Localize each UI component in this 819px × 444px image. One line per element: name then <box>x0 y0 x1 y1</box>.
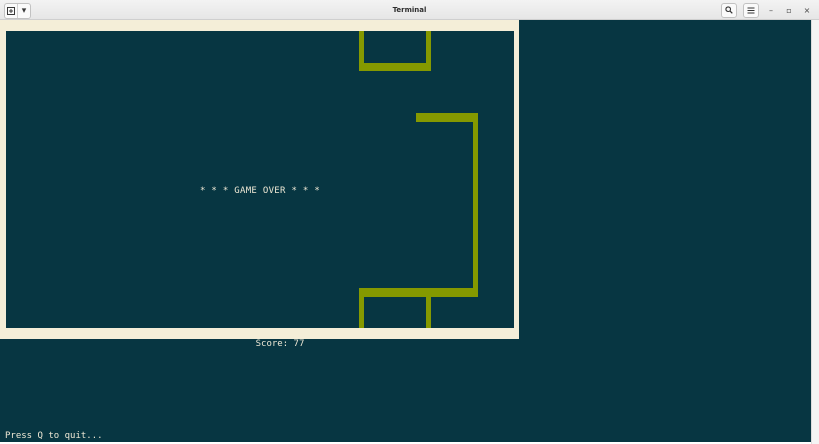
snake-segment <box>359 288 478 297</box>
title-bar: ▾ Terminal – ▫ × <box>0 0 819 20</box>
game-frame: * * * GAME OVER * * * <box>0 20 519 339</box>
menu-icon <box>747 7 755 13</box>
terminal-content[interactable]: * * * GAME OVER * * * Score: 77 Press Q … <box>0 20 811 442</box>
window-title: Terminal <box>392 6 427 14</box>
game-area: * * * GAME OVER * * * <box>6 31 514 328</box>
snake-segment <box>359 63 431 71</box>
snake-segment <box>426 288 431 328</box>
game-over-message: * * * GAME OVER * * * <box>199 186 321 196</box>
snake-segment <box>473 113 478 297</box>
search-icon <box>725 6 733 14</box>
terminal-window: ▾ Terminal – ▫ × * * * GAME OVER * * * S… <box>0 0 819 444</box>
quit-prompt: Press Q to quit... <box>5 431 103 441</box>
snake-segment <box>426 31 431 71</box>
title-bar-controls: – ▫ × <box>721 2 813 18</box>
score-display: Score: 77 <box>255 339 305 349</box>
menu-button[interactable] <box>743 2 759 18</box>
snake-segment <box>416 113 478 122</box>
terminal-scrollbar[interactable] <box>811 20 819 444</box>
maximize-button[interactable]: ▫ <box>783 3 795 17</box>
search-button[interactable] <box>721 2 737 18</box>
close-button[interactable]: × <box>801 3 813 17</box>
minimize-button[interactable]: – <box>765 3 777 17</box>
snake-segment <box>359 288 364 328</box>
